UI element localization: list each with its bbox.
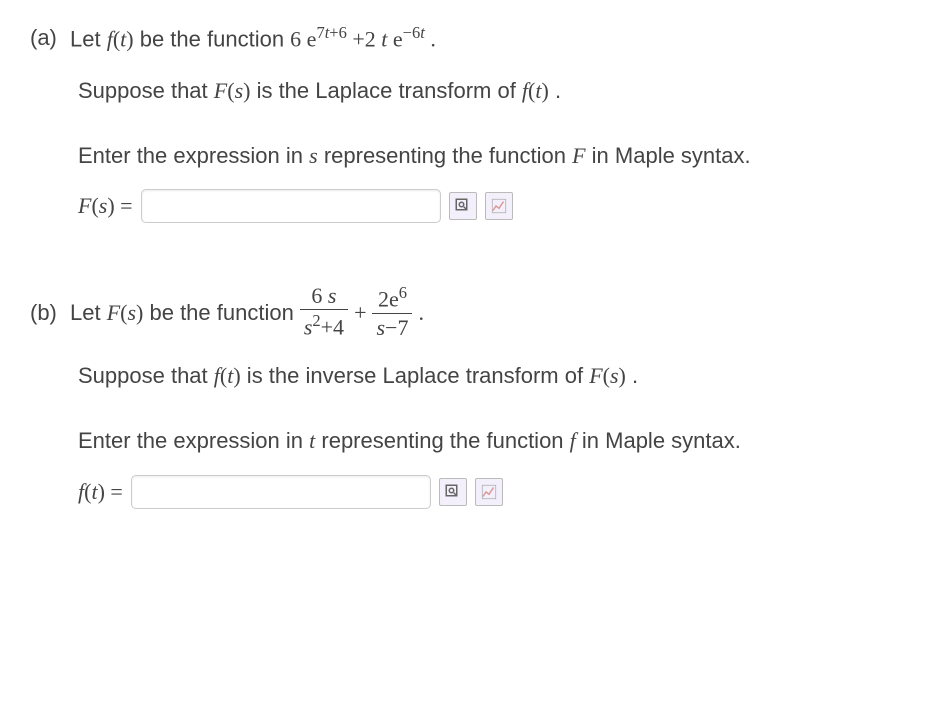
part-b-answer-row: f(t) =	[78, 475, 920, 509]
part-a-instruction: Enter the expression in s representing t…	[78, 138, 920, 173]
plot-icon[interactable]	[485, 192, 513, 220]
part-a-answer-label: F(s) =	[78, 193, 133, 219]
part-b-instruction: Enter the expression in t representing t…	[78, 423, 920, 458]
part-a-line1: (a)Let f(t) be the function 6 e7t+6 +2 t…	[30, 20, 920, 57]
part-b-answer-label: f(t) =	[78, 479, 123, 505]
graph-icon	[480, 483, 498, 501]
magnify-icon	[454, 197, 472, 215]
plot-icon[interactable]	[475, 478, 503, 506]
part-b-line1: (b)Let F(s) be the function 6 s s2+4 + 2…	[30, 283, 920, 342]
part-a-block: (a)Let f(t) be the function 6 e7t+6 +2 t…	[30, 20, 920, 223]
part-a-answer-input[interactable]	[141, 189, 441, 223]
preview-icon[interactable]	[439, 478, 467, 506]
part-a-line2: Suppose that F(s) is the Laplace transfo…	[78, 73, 920, 108]
part-b-block: (b)Let F(s) be the function 6 s s2+4 + 2…	[30, 283, 920, 509]
part-b-answer-input[interactable]	[131, 475, 431, 509]
part-a-answer-row: F(s) =	[78, 189, 920, 223]
part-a-label: (a)	[30, 20, 70, 55]
part-b-line2: Suppose that f(t) is the inverse Laplace…	[78, 358, 920, 393]
fraction-1: 6 s s2+4	[300, 283, 348, 342]
preview-icon[interactable]	[449, 192, 477, 220]
fraction-2: 2e6 s−7	[372, 283, 412, 342]
part-b-label: (b)	[30, 295, 70, 330]
graph-icon	[490, 197, 508, 215]
magnify-icon	[444, 483, 462, 501]
